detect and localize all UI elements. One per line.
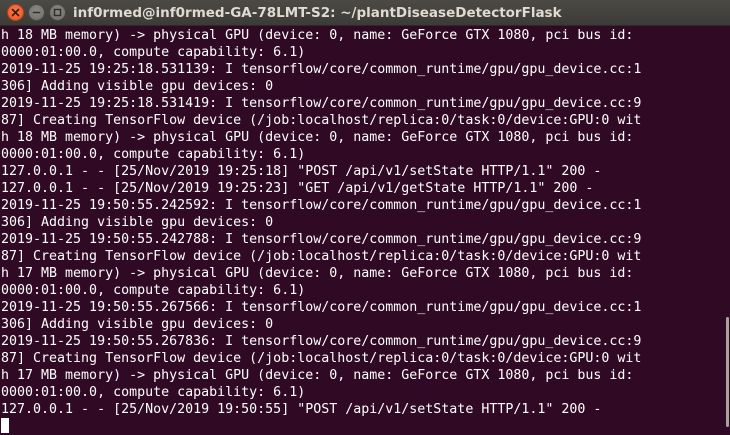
terminal-line: 2019-11-25 19:25:18.531139: I tensorflow… bbox=[0, 61, 722, 78]
terminal-line: 2019-11-25 19:50:55.242788: I tensorflow… bbox=[0, 231, 722, 248]
terminal-line-text: 87] Creating TensorFlow device (/job:loc… bbox=[1, 351, 642, 366]
terminal-line-text: 2019-11-25 19:50:55.242788: I tensorflow… bbox=[1, 232, 642, 247]
terminal-line: 2019-11-25 19:50:55.267566: I tensorflow… bbox=[0, 299, 722, 316]
terminal-line: 87] Creating TensorFlow device (/job:loc… bbox=[0, 248, 722, 265]
terminal-line-text: 0000:01:00.0, compute capability: 6.1) bbox=[1, 283, 306, 298]
terminal-line: 0000:01:00.0, compute capability: 6.1) bbox=[0, 384, 722, 401]
terminal-line: 2019-11-25 19:50:55.267836: I tensorflow… bbox=[0, 333, 722, 350]
close-icon bbox=[11, 8, 20, 17]
terminal-line: 127.0.0.1 - - [25/Nov/2019 19:25:18] "PO… bbox=[0, 163, 722, 180]
terminal-line-text: 306] Adding visible gpu devices: 0 bbox=[1, 215, 274, 230]
terminal-line-text: 0000:01:00.0, compute capability: 6.1) bbox=[1, 45, 306, 60]
scrollbar-thumb[interactable] bbox=[726, 317, 729, 427]
terminal-line-text: 2019-11-25 19:50:55.267836: I tensorflow… bbox=[1, 334, 642, 349]
terminal-line-text: 2019-11-25 19:50:55.267566: I tensorflow… bbox=[1, 300, 642, 315]
terminal-line-text: 0000:01:00.0, compute capability: 6.1) bbox=[1, 147, 306, 162]
terminal-line-text: h 18 MB memory) -> physical GPU (device:… bbox=[1, 130, 634, 145]
terminal-line-text: 306] Adding visible gpu devices: 0 bbox=[1, 317, 274, 332]
terminal-line-text: 127.0.0.1 - - [25/Nov/2019 19:25:23] "GE… bbox=[1, 181, 594, 196]
terminal-line: 0000:01:00.0, compute capability: 6.1) bbox=[0, 282, 722, 299]
terminal-output[interactable]: h 18 MB memory) -> physical GPU (device:… bbox=[0, 27, 722, 435]
terminal-line: h 17 MB memory) -> physical GPU (device:… bbox=[0, 265, 722, 282]
terminal-line-text: 87] Creating TensorFlow device (/job:loc… bbox=[1, 249, 642, 264]
terminal-line-text: h 17 MB memory) -> physical GPU (device:… bbox=[1, 368, 634, 383]
terminal-line-text: 2019-11-25 19:25:18.531419: I tensorflow… bbox=[1, 96, 642, 111]
text-cursor bbox=[1, 418, 9, 433]
terminal-line: 127.0.0.1 - - [25/Nov/2019 19:25:23] "GE… bbox=[0, 180, 722, 197]
minimize-button[interactable] bbox=[28, 4, 45, 21]
terminal-line: 0000:01:00.0, compute capability: 6.1) bbox=[0, 44, 722, 61]
terminal-line: 2019-11-25 19:50:55.242592: I tensorflow… bbox=[0, 197, 722, 214]
terminal-line-text: 87] Creating TensorFlow device (/job:loc… bbox=[1, 113, 642, 128]
terminal-line: 306] Adding visible gpu devices: 0 bbox=[0, 316, 722, 333]
minimize-icon bbox=[32, 11, 41, 14]
terminal-line: 127.0.0.1 - - [25/Nov/2019 19:50:55] "PO… bbox=[0, 401, 722, 418]
terminal-line-text: h 17 MB memory) -> physical GPU (device:… bbox=[1, 266, 634, 281]
terminal-line: 306] Adding visible gpu devices: 0 bbox=[0, 214, 722, 231]
scrollbar[interactable] bbox=[722, 27, 730, 435]
terminal-line: 306] Adding visible gpu devices: 0 bbox=[0, 78, 722, 95]
terminal-line-text: h 18 MB memory) -> physical GPU (device:… bbox=[1, 28, 634, 43]
window-title: inf0rmed@inf0rmed-GA-78LMT-S2: ~/plantDi… bbox=[73, 5, 562, 21]
terminal-window: inf0rmed@inf0rmed-GA-78LMT-S2: ~/plantDi… bbox=[0, 0, 730, 435]
maximize-button[interactable] bbox=[49, 4, 66, 21]
terminal-line-text: 127.0.0.1 - - [25/Nov/2019 19:25:18] "PO… bbox=[1, 164, 602, 179]
terminal-line: 87] Creating TensorFlow device (/job:loc… bbox=[0, 112, 722, 129]
terminal-line: h 18 MB memory) -> physical GPU (device:… bbox=[0, 27, 722, 44]
title-bar[interactable]: inf0rmed@inf0rmed-GA-78LMT-S2: ~/plantDi… bbox=[0, 0, 730, 26]
maximize-icon bbox=[53, 8, 62, 17]
terminal-line: 87] Creating TensorFlow device (/job:loc… bbox=[0, 350, 722, 367]
terminal-line-text: 127.0.0.1 - - [25/Nov/2019 19:50:55] "PO… bbox=[1, 402, 602, 417]
terminal-line-text: 2019-11-25 19:25:18.531139: I tensorflow… bbox=[1, 62, 642, 77]
terminal-line-text: 306] Adding visible gpu devices: 0 bbox=[1, 79, 274, 94]
terminal-line-text: 2019-11-25 19:50:55.242592: I tensorflow… bbox=[1, 198, 642, 213]
terminal-line: 0000:01:00.0, compute capability: 6.1) bbox=[0, 146, 722, 163]
terminal-line bbox=[0, 418, 722, 435]
close-button[interactable] bbox=[7, 4, 24, 21]
terminal-line-text: 0000:01:00.0, compute capability: 6.1) bbox=[1, 385, 306, 400]
terminal-line: h 18 MB memory) -> physical GPU (device:… bbox=[0, 129, 722, 146]
terminal-line: h 17 MB memory) -> physical GPU (device:… bbox=[0, 367, 722, 384]
terminal-line: 2019-11-25 19:25:18.531419: I tensorflow… bbox=[0, 95, 722, 112]
